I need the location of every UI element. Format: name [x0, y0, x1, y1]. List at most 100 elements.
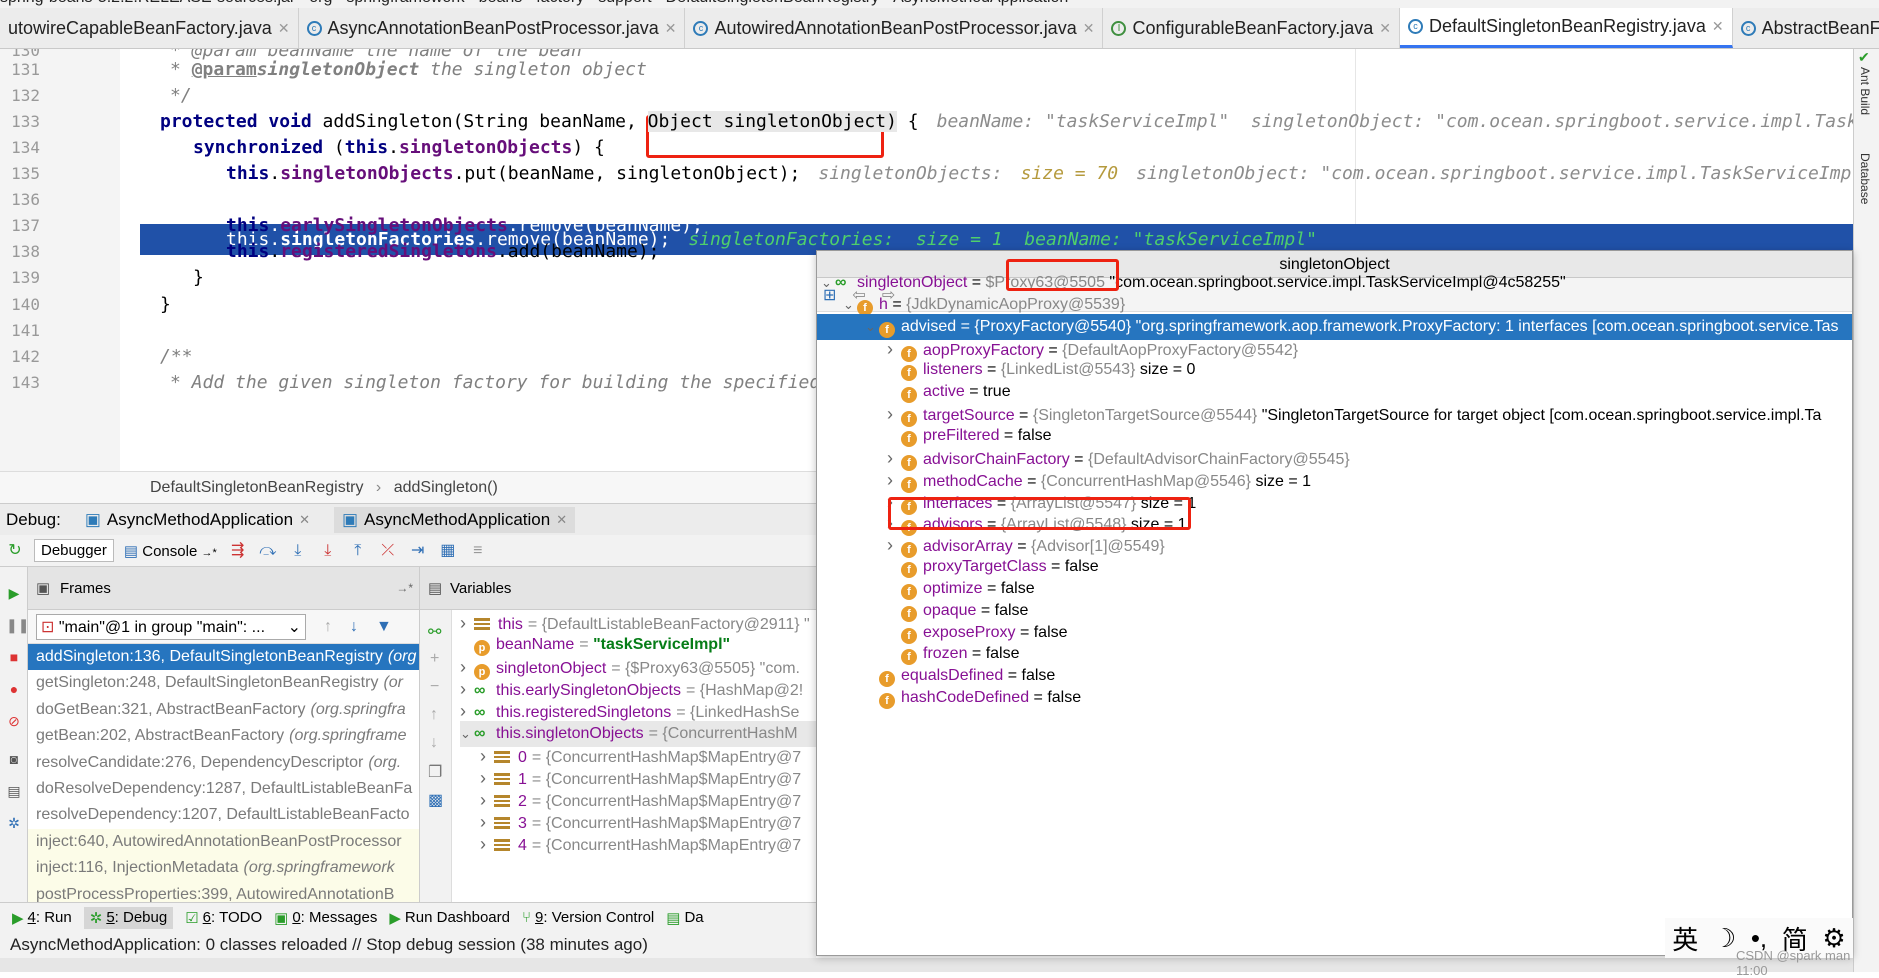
line-number[interactable]: 136 [0, 190, 40, 209]
layout-icon[interactable]: ▤ [6, 783, 22, 799]
trace-icon[interactable]: ≡ [469, 542, 487, 560]
stack-frame[interactable]: doGetBean:321, AbstractBeanFactory (org.s… [28, 697, 419, 723]
tool-window-button[interactable]: ⑂ 9: Version Control [522, 909, 654, 926]
stack-frame[interactable]: inject:116, InjectionMetadata (org.spring… [28, 855, 419, 882]
line-number[interactable]: 138 [0, 242, 40, 261]
run-to-cursor-icon[interactable]: ⇥ [409, 542, 427, 560]
variable-name: this.singletonObjects [496, 724, 644, 742]
variable-row[interactable]: › 4 = {ConcurrentHashMap$MapEntry@7 [480, 831, 801, 857]
line-number[interactable]: 140 [0, 295, 40, 314]
editor-tab[interactable]: c AutowiredAnnotationBeanPostProcessor.ja… [685, 8, 1104, 48]
line-number[interactable]: 130 [0, 49, 40, 60]
close-icon[interactable]: ✕ [1379, 20, 1391, 37]
chevron-down-icon[interactable]: ⌄ [460, 721, 474, 747]
editor-tab[interactable]: c DefaultSingletonBeanRegistry.java ✕ [1400, 8, 1733, 48]
line-gutter[interactable]: 130 131 132 133 134 135 136 137 138 139 140 141 142 1… [0, 49, 120, 471]
thread-dropdown[interactable]: ⊡ "main"@1 in group "main": ... ⌄ [36, 613, 306, 640]
editor-tab[interactable]: cAbstractBeanFactory.java✕ [1733, 8, 1879, 48]
inspector-row[interactable]: f hashCodeDefined = false [817, 685, 1852, 711]
tab-console[interactable]: ▤ Console →* [118, 540, 223, 562]
nav-crumb[interactable]: support [598, 0, 651, 6]
line-number[interactable]: 133 [0, 112, 40, 131]
line-number[interactable]: 132 [0, 86, 40, 105]
close-icon[interactable]: ✕ [665, 20, 677, 37]
drop-frame-icon[interactable]: ⤫ [379, 542, 397, 560]
tool-window-button[interactable]: ▶ 4: Run [12, 909, 72, 927]
show-types-icon[interactable]: ▩ [428, 790, 443, 810]
nav-crumb[interactable]: DefaultSingletonBeanRegistry [666, 0, 879, 6]
line-number[interactable]: 143 [0, 373, 40, 392]
tool-database[interactable]: Database [1858, 153, 1872, 204]
line-number[interactable]: 142 [0, 347, 40, 366]
close-icon[interactable]: ✕ [278, 20, 290, 37]
line-number[interactable]: 139 [0, 268, 40, 287]
nav-crumb[interactable]: beans [479, 0, 523, 6]
chevron-right-icon[interactable]: › [480, 831, 494, 857]
tool-window-button[interactable]: ▣ 0: Messages [274, 909, 377, 927]
debug-session-tab-active[interactable]: ▣ AsyncMethodApplication ✕ [333, 506, 576, 533]
evaluate-expression-icon[interactable]: ▦ [439, 542, 457, 560]
tool-ant-build[interactable]: Ant Build [1858, 67, 1872, 115]
tool-window-button[interactable]: ☑ 6: TODO [185, 909, 262, 927]
tab-debugger[interactable]: Debugger [34, 539, 114, 562]
filter-icon[interactable]: ▼ [376, 618, 392, 636]
stack-frame[interactable]: resolveDependency:1207, DefaultListableB… [28, 802, 419, 828]
close-icon[interactable]: ✕ [1712, 18, 1724, 35]
move-up-icon[interactable]: ↑ [430, 706, 438, 724]
move-down-icon[interactable]: ↓ [430, 734, 438, 752]
view-breakpoints-icon[interactable]: ● [6, 681, 22, 697]
value-inspector-popup[interactable]: singletonObject ⊞ ⇦ ⇨ ⌄ ∞ singletonObject … [816, 250, 1853, 956]
moon-icon[interactable]: ☽ [1713, 923, 1736, 954]
frame-down-icon[interactable]: ↓ [350, 618, 358, 636]
camera-icon[interactable]: ◙ [6, 751, 22, 767]
resume-icon[interactable]: ▶ [6, 585, 22, 601]
stack-frame[interactable]: getSingleton:248, DefaultSingletonBeanRe… [28, 670, 419, 696]
evaluate-icon[interactable]: ⚯ [428, 622, 441, 642]
nav-crumb[interactable]: springframework [346, 0, 464, 6]
close-icon[interactable]: ✕ [556, 512, 567, 528]
tool-window-button[interactable]: ✲ 5: Debug [83, 906, 174, 929]
force-step-into-icon[interactable]: ⤓ [319, 542, 337, 560]
close-icon[interactable]: ✕ [299, 512, 310, 528]
step-out-icon[interactable]: ⤒ [349, 542, 367, 560]
copy-icon[interactable]: ❐ [428, 762, 442, 782]
line-number[interactable]: 131 [0, 60, 40, 79]
settings-icon[interactable]: ✲ [6, 815, 22, 831]
editor-tab[interactable]: c AsyncAnnotationBeanPostProcessor.java ✕ [299, 8, 686, 48]
stop-icon[interactable]: ■ [6, 649, 22, 665]
line-number[interactable]: 141 [0, 321, 40, 340]
tool-window-button[interactable]: ▤ Da [666, 909, 703, 927]
editor-tab[interactable]: utowireCapableBeanFactory.java ✕ [0, 8, 299, 48]
stack-frame[interactable]: inject:640, AutowiredAnnotationBeanPostP… [28, 828, 419, 856]
nav-crumb[interactable]: spring-beans-5.2.2.RELEASE-sources.jar [0, 0, 295, 6]
line-number[interactable]: 135 [0, 164, 40, 183]
tool-window-button[interactable]: ▶ Run Dashboard [389, 909, 510, 927]
frame-up-icon[interactable]: ↑ [324, 618, 332, 636]
pause-icon[interactable]: ❚❚ [6, 617, 29, 633]
frame-method: postProcessProperties:399, AutowiredAnno… [36, 885, 395, 902]
ime-chinese-mode[interactable]: 英 [1672, 920, 1698, 957]
line-number[interactable]: 134 [0, 138, 40, 157]
step-over-icon[interactable]: ⤼ [259, 542, 277, 560]
stack-frame[interactable]: getBean:202, AbstractBeanFactory (org.spr… [28, 723, 419, 749]
debug-session-tab[interactable]: ▣ AsyncMethodApplication ✕ [77, 507, 318, 533]
rerun-icon[interactable]: ↻ [6, 542, 24, 560]
show-execution-point-icon[interactable]: ⇶ [229, 542, 247, 560]
breadcrumb-class[interactable]: DefaultSingletonBeanRegistry [150, 479, 363, 496]
nav-crumb[interactable]: org [309, 0, 332, 6]
step-into-icon[interactable]: ⤓ [289, 542, 307, 560]
nav-crumb[interactable]: factory [536, 0, 584, 6]
nav-crumb[interactable]: AsyncMethodApplication [893, 0, 1068, 6]
close-icon[interactable]: ✕ [1083, 20, 1095, 37]
pin-icon[interactable]: →* [396, 567, 413, 610]
mute-breakpoints-icon[interactable]: ⊘ [6, 713, 22, 729]
stack-frame[interactable]: addSingleton:136, DefaultSingletonBeanRe… [28, 644, 419, 671]
editor-tab[interactable]: I ConfigurableBeanFactory.java ✕ [1103, 8, 1400, 48]
stack-frame[interactable]: resolveCandidate:276, DependencyDescript… [28, 750, 419, 776]
breadcrumb-method[interactable]: addSingleton() [394, 479, 498, 496]
line-number[interactable]: 137 [0, 216, 40, 235]
stack-frame[interactable]: postProcessProperties:399, AutowiredAnno… [28, 881, 419, 902]
stack-frame[interactable]: doResolveDependency:1287, DefaultListabl… [28, 776, 419, 802]
add-watch-icon[interactable]: + [430, 650, 439, 668]
remove-watch-icon[interactable]: − [430, 678, 439, 696]
